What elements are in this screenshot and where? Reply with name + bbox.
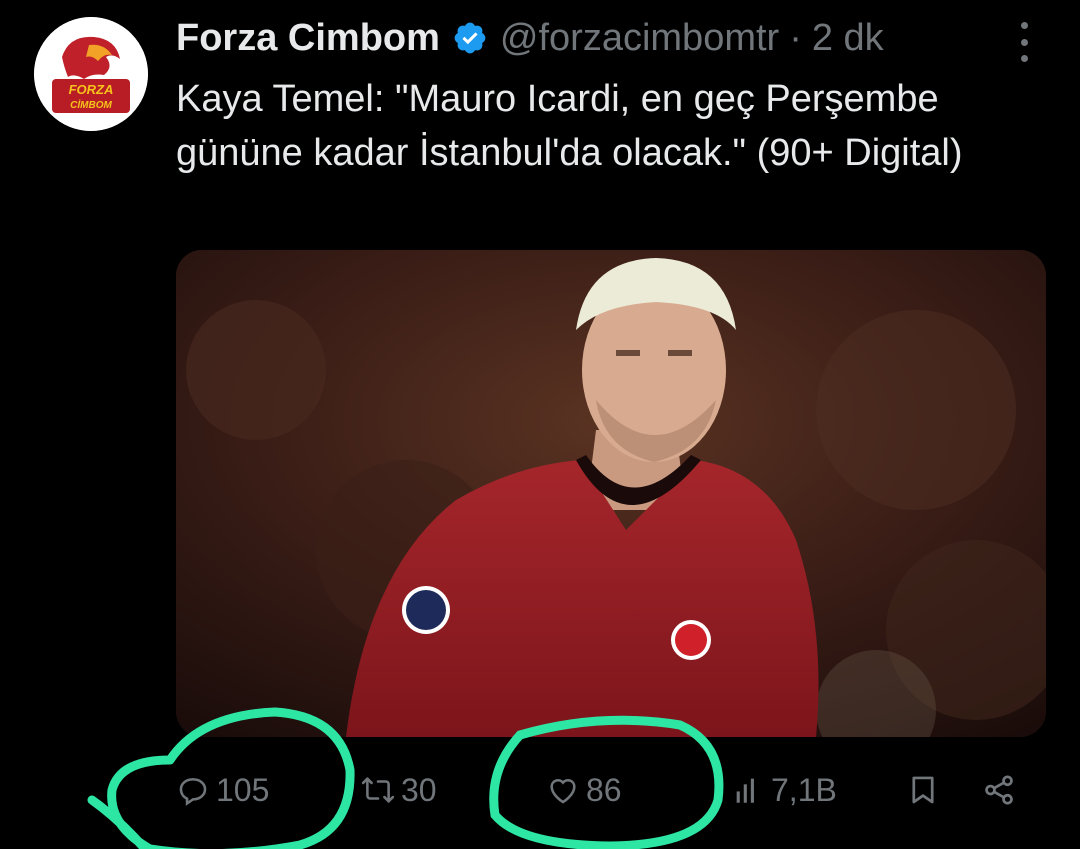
views-bar-chart-icon [736,778,754,803]
repost-button[interactable]: 30 [361,765,437,815]
repost-count: 30 [401,771,437,808]
tweet-header: Forza Cimbom @forzacimbomtr · 2 dk [176,14,1050,62]
more-dots-icon[interactable] [1008,22,1040,62]
svg-text:FORZA: FORZA [69,82,114,97]
author-handle[interactable]: @forzacimbomtr [500,17,779,60]
share-button[interactable] [982,765,1022,815]
annotation-stroke-replies [87,795,150,849]
tweet-action-bar: 105 30 86 7,1B [176,765,1036,815]
author-name[interactable]: Forza Cimbom [176,17,440,60]
separator-dot: · [789,16,802,59]
repost-icon [361,777,395,803]
reply-bubble-icon [179,778,207,806]
share-icon [985,775,1013,805]
tweet-text: Kaya Temel: "Mauro Icardi, en geç Perşem… [176,78,963,174]
views-button[interactable]: 7,1B [731,765,837,815]
reply-count: 105 [216,771,270,808]
like-count: 86 [586,771,622,808]
views-count: 7,1B [771,771,837,808]
tweet-media-image[interactable] [176,250,1046,737]
bookmark-button[interactable] [906,765,946,815]
verified-badge-icon [454,22,486,54]
avatar[interactable]: FORZA CİMBOM [34,17,148,131]
bookmark-icon [912,776,934,804]
like-button[interactable]: 86 [546,765,622,815]
svg-text:CİMBOM: CİMBOM [70,98,112,111]
reply-button[interactable]: 105 [176,765,269,815]
heart-icon [550,778,576,804]
tweet-timestamp[interactable]: 2 dk [812,17,884,60]
